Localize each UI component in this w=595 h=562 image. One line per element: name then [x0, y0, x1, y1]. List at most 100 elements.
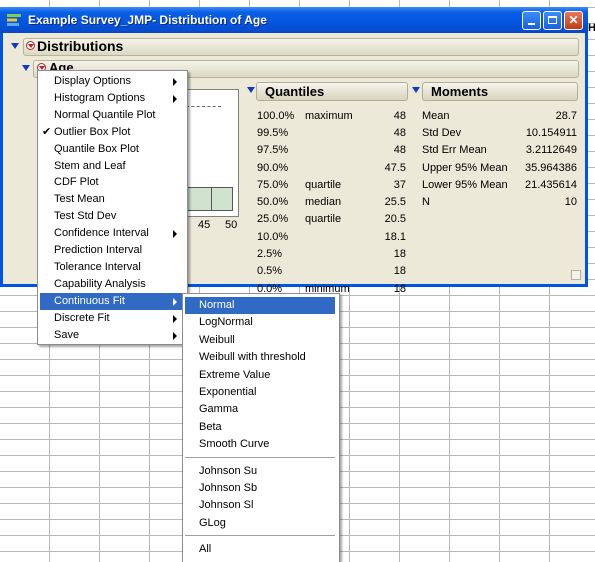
menu-item-label: Normal Quantile Plot — [54, 108, 156, 121]
menu-item-histogram-options[interactable]: Histogram Options — [40, 90, 183, 107]
quantile-row: 2.5% 18 — [257, 245, 406, 262]
moment-row: Mean 28.7 — [422, 107, 577, 124]
quantile-label — [305, 159, 367, 176]
submenu-arrow-icon — [173, 78, 177, 86]
menu-item-label: Tolerance Interval — [54, 260, 141, 273]
moment-value: 10.154911 — [525, 126, 577, 139]
distributions-title: Distributions — [37, 38, 124, 54]
fit-item-johnson-su[interactable]: Johnson Su — [185, 463, 335, 480]
menu-item-normal-quantile-plot[interactable]: Normal Quantile Plot — [40, 107, 183, 124]
menu-item-confidence-interval[interactable]: Confidence Interval — [40, 225, 183, 242]
resize-grip[interactable] — [571, 270, 581, 280]
fit-item-label: LogNormal — [199, 316, 253, 329]
menu-item-display-options[interactable]: Display Options — [40, 73, 183, 90]
menu-item-label: Confidence Interval — [54, 227, 149, 240]
outlier-box-whisker — [186, 106, 221, 107]
minimize-button[interactable] — [522, 11, 541, 30]
fit-item-glog[interactable]: GLog — [185, 515, 335, 532]
fit-item-exponential[interactable]: Exponential — [185, 384, 335, 401]
quantile-label: quartile — [305, 178, 342, 191]
quantiles-disclosure-icon[interactable] — [247, 87, 255, 93]
moments-title: Moments — [431, 84, 489, 99]
menu-item-label: Stem and Leaf — [54, 159, 126, 172]
quantile-value: 18.1 — [384, 230, 406, 243]
menu-item-label: Test Std Dev — [54, 210, 117, 223]
quantile-row: 75.0% quartile 37 — [257, 176, 406, 193]
age-disclosure-icon[interactable] — [22, 65, 30, 71]
menu-item-quantile-box-plot[interactable]: Quantile Box Plot — [40, 141, 183, 158]
fit-item-label: Weibull — [199, 333, 235, 346]
quantile-row: 90.0% 47.5 — [257, 159, 406, 176]
quantile-row: 50.0% median 25.5 — [257, 193, 406, 210]
fit-item-johnson-sl[interactable]: Johnson Sl — [185, 497, 335, 514]
menu-item-capability-analysis[interactable]: Capability Analysis — [40, 276, 183, 293]
maximize-button[interactable] — [543, 11, 562, 30]
distributions-disclosure-icon[interactable] — [11, 43, 19, 49]
moment-row: Upper 95% Mean 35.964386 — [422, 159, 577, 176]
quantile-label — [305, 263, 367, 280]
menu-item-label: Discrete Fit — [54, 311, 110, 324]
menu-item-outlier-box-plot[interactable]: ✔ Outlier Box Plot — [40, 124, 183, 141]
menu-item-tolerance-interval[interactable]: Tolerance Interval — [40, 259, 183, 276]
submenu-arrow-icon — [173, 314, 177, 323]
moments-header[interactable]: Moments — [422, 82, 578, 101]
axis-tick-45: 45 — [198, 219, 211, 231]
menu-item-prediction-interval[interactable]: Prediction Interval — [40, 242, 183, 259]
quantiles-header[interactable]: Quantiles — [256, 82, 408, 101]
quantile-percent: 25.0% — [257, 213, 289, 226]
quantile-value: 20.5 — [384, 213, 406, 226]
fit-item-smooth-curve[interactable]: Smooth Curve — [185, 436, 335, 453]
fit-item-johnson-sb[interactable]: Johnson Sb — [185, 480, 335, 497]
fit-item-extreme-value[interactable]: Extreme Value — [185, 367, 335, 384]
fit-item-weibull[interactable]: Weibull — [185, 332, 335, 349]
quantile-percent: 2.5% — [257, 248, 283, 261]
close-button[interactable]: ✕ — [564, 11, 583, 30]
submenu-arrow-icon — [173, 297, 177, 306]
fit-item-normal[interactable]: Normal — [185, 297, 335, 314]
fit-item-label: GLog — [199, 516, 226, 529]
quantile-value: 37 — [393, 178, 406, 191]
quantile-label: quartile — [305, 213, 342, 226]
moment-value: 21.435614 — [525, 178, 577, 191]
quantile-value: 47.5 — [384, 161, 406, 174]
fit-item-beta[interactable]: Beta — [185, 419, 335, 436]
menu-item-stem-and-leaf[interactable]: Stem and Leaf — [40, 158, 183, 175]
quantile-label: median — [305, 196, 342, 209]
checkmark-icon: ✔ — [42, 125, 52, 138]
menu-item-continuous-fit[interactable]: Continuous Fit — [40, 292, 183, 310]
moment-label: N — [422, 196, 430, 209]
quantile-percent: 99.5% — [257, 126, 289, 139]
menu-item-cdf-plot[interactable]: CDF Plot — [40, 174, 183, 191]
outlier-box-plot — [186, 187, 233, 211]
quantile-value: 48 — [393, 144, 406, 157]
submenu-arrow-icon — [173, 94, 177, 103]
title-bar[interactable]: Example Survey_JMP- Distribution of Age … — [0, 7, 588, 33]
distributions-red-triangle-icon[interactable] — [26, 41, 35, 50]
fit-item-gamma[interactable]: Gamma — [185, 401, 335, 418]
fit-item-label: All — [199, 543, 212, 556]
quantile-value: 48 — [393, 109, 406, 122]
fit-item-all[interactable]: All — [185, 541, 335, 558]
quantile-percent: 10.0% — [257, 230, 289, 243]
menu-item-label: Test Mean — [54, 193, 105, 206]
menu-item-save[interactable]: Save — [40, 327, 183, 344]
menu-item-test-std-dev[interactable]: Test Std Dev — [40, 208, 183, 225]
jmp-app-icon — [7, 14, 21, 26]
moments-table: Mean 28.7 Std Dev 10.154911 Std Err Mean 3.21… — [422, 107, 577, 211]
quantile-row: 97.5% 48 — [257, 142, 406, 159]
menu-item-test-mean[interactable]: Test Mean — [40, 191, 183, 208]
moment-value: 3.2112649 — [525, 144, 577, 157]
moment-row: Std Dev 10.154911 — [422, 124, 577, 141]
fit-item-label: Johnson Su — [199, 464, 258, 477]
fit-item-weibull-with-threshold[interactable]: Weibull with threshold — [185, 349, 335, 366]
fit-item-label: Extreme Value — [199, 368, 271, 381]
background-window-edge-text: H — [588, 22, 595, 34]
moment-value: 28.7 — [555, 109, 577, 122]
fit-item-lognormal[interactable]: LogNormal — [185, 314, 335, 331]
quantile-value: 18 — [393, 248, 406, 261]
menu-item-discrete-fit[interactable]: Discrete Fit — [40, 310, 183, 327]
window-title: Example Survey_JMP- Distribution of Age — [28, 13, 267, 27]
fit-item-label: Weibull with threshold — [199, 351, 306, 364]
fit-item-label: Johnson Sb — [199, 482, 258, 494]
moments-disclosure-icon[interactable] — [412, 87, 420, 93]
